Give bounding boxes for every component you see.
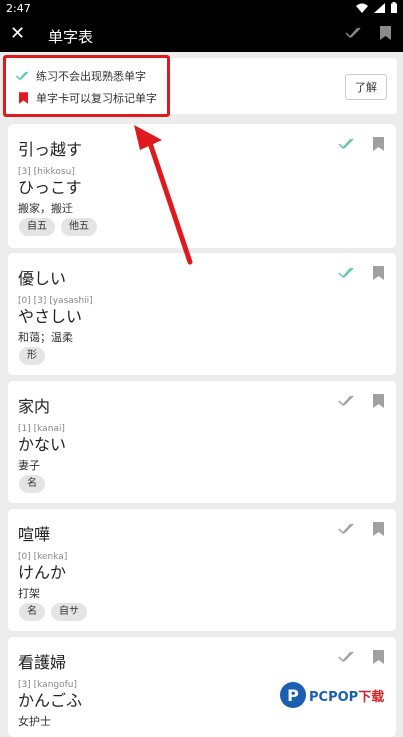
battery-icon: [391, 2, 397, 13]
watermark-text: PCPOP下载: [309, 689, 385, 705]
card-tags: 名自サ: [19, 603, 87, 621]
status-time: 2:47: [6, 2, 31, 15]
part-of-speech-tag: 他五: [61, 218, 97, 236]
card-kana: やさしい: [18, 307, 83, 326]
card-meaning: 妻子: [18, 459, 40, 472]
card-kana: けんか: [18, 563, 67, 582]
signal-icon: [374, 2, 385, 13]
part-of-speech-tag: 自サ: [51, 603, 87, 621]
card-kana: ひっこす: [18, 178, 82, 197]
bookmark-icon[interactable]: [373, 522, 384, 536]
status-bar: 2:47: [0, 0, 403, 18]
card-word: 喧嘩: [18, 525, 51, 544]
bookmark-icon[interactable]: [373, 394, 384, 408]
card-word: 家内: [18, 397, 51, 416]
highlight-frame: [3, 55, 170, 117]
word-card[interactable]: 優しい [0] [3] [yasashii] やさしい 和蔼；温柔形: [8, 253, 396, 375]
mark-known-icon[interactable]: [338, 523, 356, 535]
page-title: 单字表: [48, 28, 94, 46]
word-card[interactable]: 引っ越す [3] [hikkosu] ひっこす 搬家，搬迁 自五 他五: [8, 124, 396, 248]
double-check-icon[interactable]: [345, 27, 363, 39]
card-meaning: 搬家，搬迁: [18, 202, 73, 215]
card-word: 優しい: [18, 269, 67, 288]
part-of-speech-tag: 自五: [19, 218, 55, 236]
part-of-speech-tag: 形: [19, 347, 45, 365]
understand-button[interactable]: 了解: [345, 74, 387, 100]
part-of-speech-tag: 名: [19, 475, 45, 493]
card-word: 引っ越す: [18, 140, 83, 159]
mark-known-icon[interactable]: [338, 267, 356, 279]
card-meaning: 打架: [18, 587, 40, 600]
mark-known-icon[interactable]: [338, 138, 356, 150]
bookmark-icon[interactable]: [373, 266, 384, 280]
bookmark-icon[interactable]: [380, 26, 391, 40]
card-tags: 形: [19, 347, 45, 365]
card-meaning: 女护士: [18, 715, 51, 728]
card-word: 看護婦: [18, 653, 67, 672]
card-tags: 名: [19, 475, 45, 493]
close-button[interactable]: ✕: [10, 24, 25, 44]
app-bar: ✕ 单字表: [0, 18, 403, 52]
mark-known-icon[interactable]: [338, 651, 356, 663]
card-kana: かない: [18, 435, 67, 454]
mark-known-icon[interactable]: [338, 395, 356, 407]
bookmark-icon[interactable]: [373, 650, 384, 664]
card-tags: 自五 他五: [19, 218, 97, 236]
word-card[interactable]: 喧嘩 [0] [kenka] けんか 打架名自サ: [8, 509, 396, 631]
status-icons: [356, 2, 397, 13]
bookmark-icon[interactable]: [373, 137, 384, 151]
watermark: P PCPOP下载: [280, 682, 384, 708]
wifi-icon: [356, 3, 368, 13]
part-of-speech-tag: 名: [19, 603, 45, 621]
card-meaning: 和蔼；温柔: [18, 331, 73, 344]
watermark-logo: P: [280, 682, 306, 708]
word-card[interactable]: 家内 [1] [kanai] かない 妻子名: [8, 381, 396, 503]
card-kana: かんごふ: [18, 691, 83, 710]
